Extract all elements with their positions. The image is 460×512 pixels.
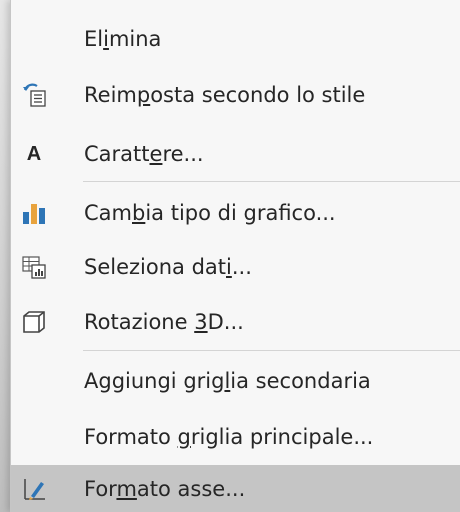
- format-axis-icon: [21, 476, 47, 502]
- menu-item-label: Elimina: [84, 27, 162, 51]
- menu-item-reimposta[interactable]: Reimposta secondo lo stile: [11, 68, 460, 122]
- context-menu: Elimina Reimposta secondo lo stile A Car…: [10, 0, 460, 512]
- reset-style-icon: [21, 82, 47, 108]
- menu-item-rotazione-3d[interactable]: Rotazione 3D...: [11, 295, 460, 349]
- menu-item-carattere[interactable]: A Carattere...: [11, 127, 460, 181]
- menu-item-label: Seleziona dati...: [84, 255, 252, 279]
- menu-item-label: Formato griglia principale...: [84, 425, 374, 449]
- chart-type-icon: [21, 200, 47, 226]
- menu-item-label: Reimposta secondo lo stile: [84, 83, 366, 107]
- menu-item-formato-asse[interactable]: Formato asse...: [11, 465, 460, 512]
- menu-item-aggiungi-griglia[interactable]: Aggiungi griglia secondaria: [11, 354, 460, 408]
- menu-item-label: Rotazione 3D...: [84, 310, 244, 334]
- menu-separator: [83, 181, 460, 182]
- menu-item-seleziona-dati[interactable]: Seleziona dati...: [11, 240, 460, 294]
- menu-item-label: Cambia tipo di grafico...: [84, 201, 336, 225]
- menu-separator: [83, 350, 460, 351]
- menu-item-formato-griglia[interactable]: Formato griglia principale...: [11, 410, 460, 464]
- menu-item-elimina[interactable]: Elimina: [11, 12, 460, 66]
- menu-item-cambia-tipo[interactable]: Cambia tipo di grafico...: [11, 186, 460, 240]
- menu-item-label: Aggiungi griglia secondaria: [84, 369, 371, 393]
- menu-item-label: Formato asse...: [84, 476, 246, 501]
- select-data-icon: [21, 254, 47, 280]
- menu-item-label: Carattere...: [84, 142, 204, 166]
- font-icon: A: [26, 142, 42, 165]
- rotation-3d-icon: [21, 309, 47, 335]
